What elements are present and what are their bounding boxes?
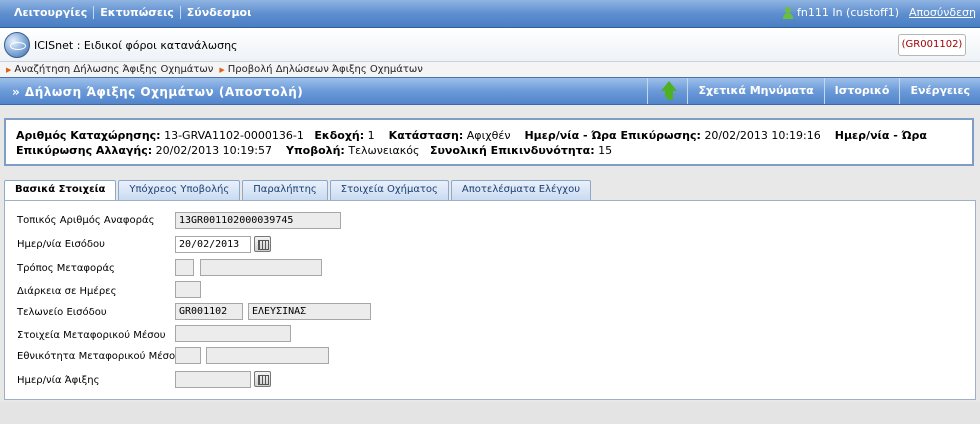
main-menu: Λειτουργίες Εκτυπώσεις Σύνδεσμοι xyxy=(8,6,257,19)
arrival-date-field[interactable] xyxy=(175,371,251,388)
entry-office-code-field[interactable]: GR001102 xyxy=(175,303,243,320)
globe-logo-icon xyxy=(4,32,30,58)
tab-declarant[interactable]: Υπόχρεος Υποβολής xyxy=(118,180,241,200)
section-title: » Δήλωση Άφιξης Οχημάτων (Αποστολή) xyxy=(12,85,304,99)
user-info: fn111 In (custoff1) xyxy=(797,6,900,19)
confirm-date-label: Ημερ/νία - Ώρα Επικύρωσης: xyxy=(524,129,701,142)
menu-prints[interactable]: Εκτυπώσεις xyxy=(94,6,181,19)
breadcrumb-search[interactable]: Αναζήτηση Δήλωσης Άφιξης Οχημάτων xyxy=(6,64,213,75)
entry-date-calendar-icon[interactable] xyxy=(254,236,271,252)
user-icon xyxy=(783,6,793,19)
arrival-date-label: Ημερ/νία Άφιξης xyxy=(17,375,100,386)
history-button[interactable]: Ιστορικό xyxy=(823,78,900,104)
entry-date-label: Ημερ/νία Εισόδου xyxy=(17,239,105,250)
vehicle-nationality-desc-field[interactable] xyxy=(206,347,329,364)
version-label: Εκδοχή: xyxy=(314,129,365,142)
entry-date-field[interactable]: 20/02/2013 xyxy=(175,236,251,253)
menu-links[interactable]: Σύνδεσμοι xyxy=(181,6,258,19)
app-header: ICISnet : Ειδικοί φόροι κατανάλωσης (GR0… xyxy=(0,28,980,62)
entry-office-name-field[interactable]: ΕΛΕΥΣΙΝΑΣ xyxy=(248,303,371,320)
tab-control-results[interactable]: Αποτελέσματα Ελέγχου xyxy=(450,180,591,200)
section-header: » Δήλωση Άφιξης Οχημάτων (Αποστολή) Σχετ… xyxy=(0,77,980,105)
duration-label: Διάρκεια σε Ημέρες xyxy=(17,286,117,297)
transport-mode-desc-field[interactable] xyxy=(200,259,322,276)
tab-bar: Βασικά Στοιχεία Υπόχρεος Υποβολής Παραλή… xyxy=(4,180,593,201)
menu-functions[interactable]: Λειτουργίες xyxy=(8,6,95,19)
reg-number-value: 13-GRVA1102-0000136-1 xyxy=(164,129,304,142)
reg-number-label: Αριθμός Καταχώρησης: xyxy=(16,129,161,142)
section-actions: Σχετικά Μηνύματα Ιστορικό Ενέργειες xyxy=(647,78,980,104)
vehicle-nationality-label: Εθνικότητα Μεταφορικού Μέσου xyxy=(17,351,181,362)
status-value: Αφιχθέν xyxy=(466,129,511,142)
tab-basic-info[interactable]: Βασικά Στοιχεία xyxy=(4,180,117,201)
version-value: 1 xyxy=(367,129,375,142)
local-ref-field[interactable]: 13GR001102000039745 xyxy=(175,212,341,229)
breadcrumb: Αναζήτηση Δήλωσης Άφιξης Οχημάτων Προβολ… xyxy=(0,62,980,77)
submission-label: Υποβολή: xyxy=(285,144,345,157)
tab-vehicle-info[interactable]: Στοιχεία Οχήματος xyxy=(329,180,449,200)
entry-office-label: Τελωνείο Εισόδου xyxy=(17,307,107,318)
top-menu-bar: Λειτουργίες Εκτυπώσεις Σύνδεσμοι fn111 I… xyxy=(0,0,980,28)
actions-menu-button[interactable]: Ενέργειες xyxy=(899,78,980,104)
submission-value: Τελωνειακός xyxy=(348,144,420,157)
transport-mode-label: Τρόπος Μεταφοράς xyxy=(17,263,115,274)
related-messages-button[interactable]: Σχετικά Μηνύματα xyxy=(687,78,823,104)
declaration-summary: Αριθμός Καταχώρησης: 13-GRVA1102-0000136… xyxy=(4,118,974,166)
go-up-button[interactable] xyxy=(647,78,687,104)
tab-consignee[interactable]: Παραλήπτης xyxy=(242,180,328,200)
breadcrumb-view[interactable]: Προβολή Δηλώσεων Άφιξης Οχημάτων xyxy=(219,64,423,75)
user-box: fn111 In (custoff1) Αποσύνδεση xyxy=(783,6,976,19)
confirm-date-value: 20/02/2013 10:19:16 xyxy=(704,129,821,142)
risk-label: Συνολική Επικινδυνότητα: xyxy=(429,144,595,157)
vehicle-nationality-code-field[interactable] xyxy=(175,347,201,364)
status-label: Κατάσταση: xyxy=(388,129,464,142)
vehicle-info-label: Στοιχεία Μεταφορικού Μέσου xyxy=(17,330,166,341)
duration-field[interactable] xyxy=(175,281,201,298)
arrival-date-calendar-icon[interactable] xyxy=(254,371,271,387)
customs-office-button[interactable]: (GR001102) xyxy=(898,34,966,56)
logout-link[interactable]: Αποσύνδεση xyxy=(909,6,976,19)
change-date-value: 20/02/2013 10:19:57 xyxy=(155,144,272,157)
tab-panel-basic-info: Τοπικός Αριθμός Αναφοράς 13GR00110200003… xyxy=(4,200,976,400)
app-title: ICISnet : Ειδικοί φόροι κατανάλωσης xyxy=(34,39,238,52)
vehicle-info-field[interactable] xyxy=(175,325,291,342)
local-ref-label: Τοπικός Αριθμός Αναφοράς xyxy=(17,215,155,226)
transport-mode-code-field[interactable] xyxy=(175,259,194,276)
risk-value: 15 xyxy=(598,144,613,157)
page-footer xyxy=(0,402,980,424)
